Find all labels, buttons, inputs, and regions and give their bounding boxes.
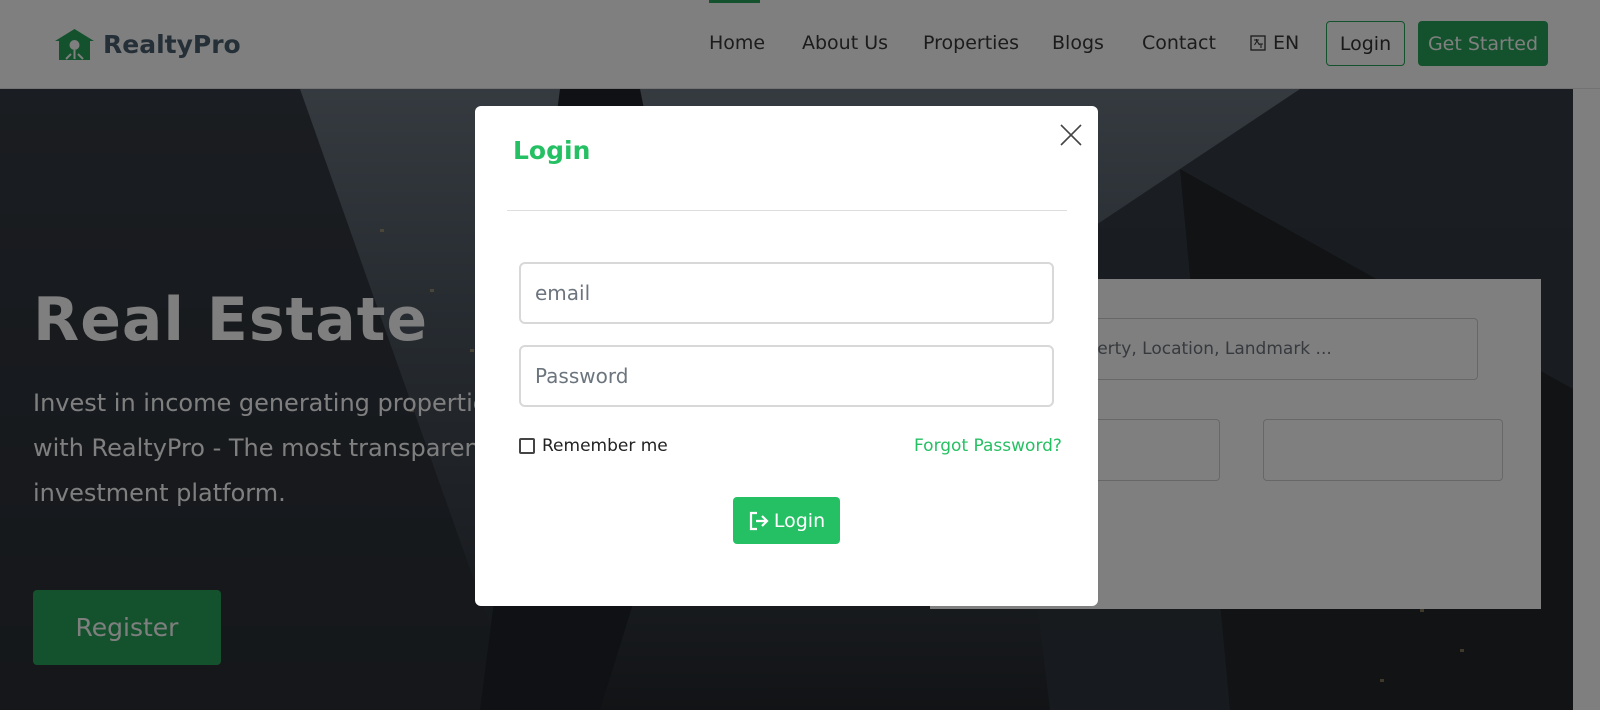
close-icon bbox=[1060, 124, 1082, 146]
checkbox-box[interactable] bbox=[519, 438, 535, 454]
sign-in-icon bbox=[749, 511, 769, 530]
password-field[interactable] bbox=[519, 345, 1054, 407]
email-field[interactable] bbox=[519, 262, 1054, 324]
forgot-password-link[interactable]: Forgot Password? bbox=[914, 436, 1062, 456]
login-modal: Login Remember me Forgot Password? Login bbox=[475, 106, 1098, 606]
remember-me-checkbox[interactable]: Remember me bbox=[519, 436, 668, 456]
modal-divider bbox=[507, 210, 1067, 211]
login-submit-label: Login bbox=[773, 509, 826, 532]
login-submit-button[interactable]: Login bbox=[733, 497, 840, 544]
remember-me-label: Remember me bbox=[542, 436, 668, 456]
modal-title: Login bbox=[513, 136, 591, 165]
close-button[interactable] bbox=[1058, 122, 1084, 148]
